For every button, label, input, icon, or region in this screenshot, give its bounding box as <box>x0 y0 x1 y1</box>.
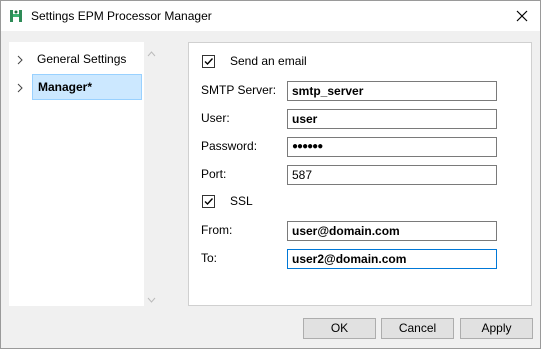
scroll-down-icon[interactable] <box>147 292 156 306</box>
chevron-right-icon[interactable] <box>17 54 23 65</box>
tree-item-manager[interactable]: Manager* <box>9 74 144 100</box>
user-field[interactable]: user <box>287 109 497 129</box>
settings-window: Settings EPM Processor Manager General S… <box>0 0 541 349</box>
tree-item-general-settings[interactable]: General Settings <box>9 46 144 72</box>
user-label: User: <box>201 111 230 125</box>
tree-item-label: Manager* <box>38 80 93 94</box>
to-label: To: <box>201 251 218 265</box>
manager-settings-panel: Send an email SMTP Server: smtp_server U… <box>188 42 532 306</box>
scroll-up-icon[interactable] <box>147 46 156 60</box>
ssl-label: SSL <box>230 194 253 208</box>
chevron-right-icon[interactable] <box>17 82 23 93</box>
cancel-button[interactable]: Cancel <box>381 318 454 339</box>
ssl-checkbox[interactable] <box>202 195 215 208</box>
to-field[interactable]: user2@domain.com <box>287 249 497 269</box>
app-icon <box>9 9 23 23</box>
from-label: From: <box>201 223 233 237</box>
send-email-label: Send an email <box>230 54 307 68</box>
apply-button[interactable]: Apply <box>460 318 533 339</box>
smtp-server-label: SMTP Server: <box>201 83 277 97</box>
tree-item-label: General Settings <box>37 52 127 66</box>
send-email-checkbox[interactable] <box>202 55 215 68</box>
settings-tree: General Settings Manager* <box>9 42 159 306</box>
close-icon[interactable] <box>513 7 531 25</box>
port-field[interactable]: 587 <box>287 165 497 185</box>
window-title: Settings EPM Processor Manager <box>31 9 212 23</box>
ok-button[interactable]: OK <box>303 318 376 339</box>
title-bar: Settings EPM Processor Manager <box>1 1 540 31</box>
smtp-server-field[interactable]: smtp_server <box>287 81 497 101</box>
password-field[interactable]: ●●●●●● <box>287 137 497 157</box>
vertical-scrollbar[interactable] <box>144 42 159 306</box>
port-label: Port: <box>201 167 227 181</box>
from-field[interactable]: user@domain.com <box>287 221 497 241</box>
password-label: Password: <box>201 139 258 153</box>
